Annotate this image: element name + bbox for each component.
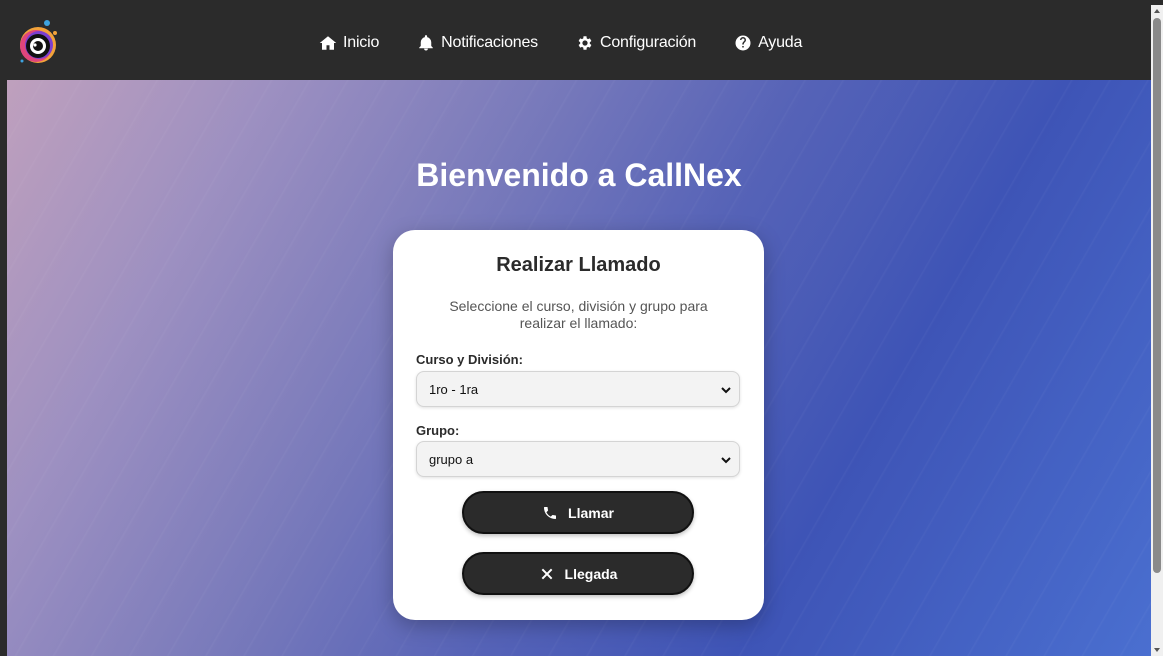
page-title: Bienvenido a CallNex bbox=[416, 157, 742, 193]
call-button-label: Llamar bbox=[568, 504, 614, 521]
course-label: Curso y División: bbox=[416, 352, 523, 367]
vertical-scrollbar[interactable] bbox=[1151, 5, 1163, 656]
hero-section: Bienvenido a CallNex Realizar Llamado Se… bbox=[7, 80, 1151, 656]
bell-icon bbox=[419, 34, 433, 50]
arrival-button[interactable]: Llegada bbox=[462, 552, 694, 595]
nav-link-configuracion[interactable]: Configuración bbox=[576, 34, 696, 52]
nav-link-notificaciones[interactable]: Notificaciones bbox=[417, 34, 538, 52]
top-navbar: Inicio Notificaciones Configuración Ayud… bbox=[7, 5, 1151, 80]
nav-link-label: Notificaciones bbox=[441, 33, 538, 51]
nav-link-inicio[interactable]: Inicio bbox=[319, 34, 379, 52]
phone-icon bbox=[544, 506, 557, 519]
group-select-value: grupo a bbox=[429, 451, 474, 467]
gear-icon bbox=[578, 35, 592, 50]
nav-link-label: Configuración bbox=[599, 33, 697, 51]
group-label: Grupo: bbox=[416, 423, 460, 438]
course-select[interactable]: 1ro - 1ra bbox=[416, 371, 740, 407]
call-button[interactable]: Llamar bbox=[462, 491, 694, 534]
call-card: Realizar Llamado Seleccione el curso, di… bbox=[393, 230, 764, 620]
group-select[interactable]: grupo a bbox=[416, 441, 740, 477]
scrollbar-thumb[interactable] bbox=[1153, 18, 1161, 573]
card-title: Realizar Llamado bbox=[496, 254, 661, 276]
callnex-logo-icon[interactable] bbox=[16, 19, 60, 65]
nav-link-ayuda[interactable]: Ayuda bbox=[734, 34, 802, 52]
close-icon bbox=[541, 568, 552, 579]
nav-link-label: Inicio bbox=[343, 33, 380, 51]
scroll-down-icon[interactable] bbox=[1153, 646, 1161, 654]
home-icon bbox=[319, 35, 337, 50]
nav-links: Inicio Notificaciones Configuración Ayud… bbox=[319, 5, 840, 80]
scroll-up-icon[interactable] bbox=[1153, 7, 1161, 15]
app-viewport: Inicio Notificaciones Configuración Ayud… bbox=[7, 5, 1151, 656]
course-select-value: 1ro - 1ra bbox=[429, 381, 479, 397]
card-description: Seleccione el curso, división y grupo pa… bbox=[449, 298, 708, 331]
nav-link-label: Ayuda bbox=[758, 33, 803, 51]
arrival-button-label: Llegada bbox=[564, 565, 618, 582]
help-circle-icon bbox=[735, 35, 751, 50]
chevron-down-icon bbox=[721, 457, 731, 464]
chevron-down-icon bbox=[721, 387, 731, 394]
